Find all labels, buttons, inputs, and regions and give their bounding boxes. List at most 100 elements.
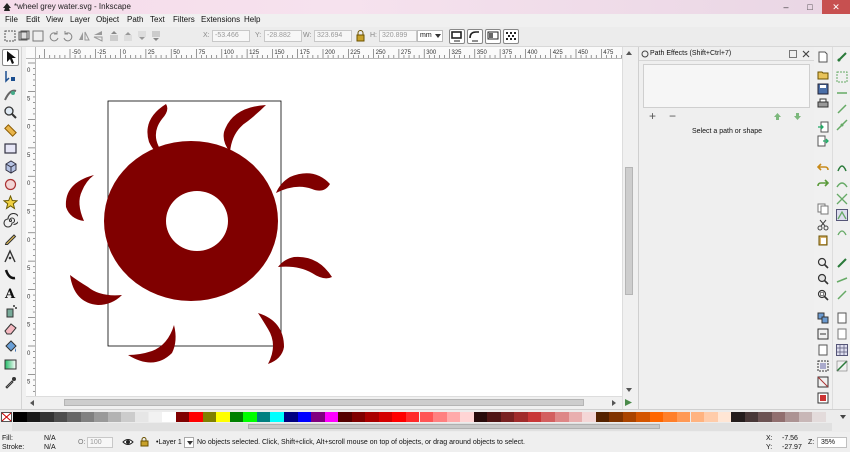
- selector-tool[interactable]: [2, 49, 19, 66]
- menu-object[interactable]: Object: [96, 15, 119, 24]
- h-field[interactable]: 320.899: [379, 30, 417, 42]
- palette-scrollbar[interactable]: [12, 423, 832, 431]
- palette-swatch[interactable]: [473, 412, 488, 422]
- hook-6[interactable]: [128, 325, 176, 363]
- palette-swatch[interactable]: [514, 412, 528, 422]
- palette-swatch[interactable]: [758, 412, 772, 422]
- hook-7[interactable]: [70, 275, 122, 305]
- snap-smooth-icon[interactable]: [836, 225, 848, 237]
- fill-stroke-icon[interactable]: [817, 392, 829, 404]
- effects-list[interactable]: [643, 64, 810, 108]
- palette-swatch[interactable]: [487, 412, 501, 422]
- palette-swatch[interactable]: [243, 412, 257, 422]
- palette-swatch[interactable]: [13, 412, 27, 422]
- palette-swatch[interactable]: [94, 412, 108, 422]
- menu-filters[interactable]: Filters: [173, 15, 195, 24]
- menu-layer[interactable]: Layer: [70, 15, 90, 24]
- palette-swatch[interactable]: [338, 412, 352, 422]
- palette-swatch[interactable]: [365, 412, 379, 422]
- snap-toggle-icon[interactable]: [836, 51, 848, 63]
- paste-icon[interactable]: [817, 234, 829, 246]
- palette-swatch[interactable]: [67, 412, 81, 422]
- hook-2[interactable]: [223, 105, 266, 152]
- gradient-tool-icon[interactable]: [3, 357, 18, 372]
- layer-lock-icon[interactable]: [139, 437, 149, 447]
- palette-menu-icon[interactable]: [838, 412, 848, 422]
- palette-swatch[interactable]: [568, 412, 583, 422]
- eraser-tool-icon[interactable]: [3, 321, 18, 336]
- palette-swatch[interactable]: [731, 412, 745, 422]
- palette-swatch[interactable]: [121, 412, 135, 422]
- palette-swatch[interactable]: [80, 412, 95, 422]
- raise-icon[interactable]: [122, 30, 134, 42]
- 3d-box-tool-icon[interactable]: [3, 159, 18, 174]
- palette-swatch[interactable]: [595, 412, 610, 422]
- move-patterns-toggle[interactable]: [503, 29, 519, 44]
- horizontal-scroll-thumb[interactable]: [64, 399, 584, 406]
- palette-swatch[interactable]: [690, 412, 705, 422]
- vertical-scroll-thumb[interactable]: [625, 167, 633, 295]
- palette-swatch[interactable]: [284, 412, 298, 422]
- palette-swatch[interactable]: [270, 412, 284, 422]
- palette-swatch[interactable]: [419, 412, 434, 422]
- scale-radii-toggle[interactable]: [467, 29, 483, 44]
- zoom-selection-icon[interactable]: [817, 257, 829, 269]
- snap-grid-icon[interactable]: [836, 344, 848, 356]
- export-icon[interactable]: [817, 135, 829, 147]
- palette-swatch[interactable]: [162, 412, 176, 422]
- snap-midpoint-icon[interactable]: [836, 119, 848, 131]
- y-field[interactable]: -28.882: [264, 30, 302, 42]
- palette-swatch[interactable]: [311, 412, 325, 422]
- node-tool-icon[interactable]: [3, 69, 18, 84]
- pen-tool-icon[interactable]: [3, 249, 18, 264]
- star-tool-icon[interactable]: [3, 195, 18, 210]
- copy-icon[interactable]: [817, 203, 829, 215]
- palette-swatch[interactable]: [134, 412, 149, 422]
- palette-swatch[interactable]: [676, 412, 691, 422]
- snap-bbox-edge-icon[interactable]: [836, 87, 848, 99]
- hook-5[interactable]: [258, 313, 284, 364]
- ungroup-icon[interactable]: [817, 376, 829, 388]
- import-icon[interactable]: [817, 121, 829, 133]
- scroll-down-icon[interactable]: [625, 386, 633, 394]
- palette-swatch[interactable]: [405, 412, 420, 422]
- select-all-icon[interactable]: [4, 30, 16, 42]
- hook-3[interactable]: [276, 173, 330, 193]
- open-document-icon[interactable]: [817, 69, 829, 81]
- eye-visibility-icon[interactable]: [122, 437, 134, 447]
- snap-rotation-center-icon[interactable]: [836, 273, 848, 285]
- spiral-tool-icon[interactable]: [3, 213, 18, 228]
- menu-extensions[interactable]: Extensions: [201, 15, 240, 24]
- fill-value[interactable]: N/A: [44, 435, 56, 442]
- ellipse-tool-icon[interactable]: [3, 177, 18, 192]
- palette-swatch[interactable]: [555, 412, 569, 422]
- measure-tool-icon[interactable]: [3, 123, 18, 138]
- zoom-field[interactable]: 35%: [817, 437, 847, 448]
- rectangle-tool-icon[interactable]: [3, 141, 18, 156]
- x-field[interactable]: -53.466: [212, 30, 250, 42]
- menu-file[interactable]: File: [5, 15, 18, 24]
- clone-icon[interactable]: [817, 328, 829, 340]
- lock-icon[interactable]: [354, 30, 366, 42]
- save-icon[interactable]: [817, 83, 829, 95]
- palette-swatch[interactable]: [351, 412, 366, 422]
- palette-swatch[interactable]: [392, 412, 406, 422]
- palette-swatch[interactable]: [541, 412, 555, 422]
- palette-swatch[interactable]: [378, 412, 393, 422]
- opacity-field[interactable]: 100: [87, 437, 113, 448]
- stroke-value[interactable]: N/A: [44, 444, 56, 451]
- hook-4[interactable]: [278, 256, 332, 279]
- current-layer[interactable]: •Layer 1: [156, 439, 182, 446]
- menu-edit[interactable]: Edit: [26, 15, 40, 24]
- palette-swatch[interactable]: [175, 412, 190, 422]
- snap-page-border-alt-icon[interactable]: [836, 328, 848, 340]
- palette-scroll-thumb[interactable]: [248, 424, 660, 429]
- palette-swatch[interactable]: [812, 412, 826, 422]
- snap-nodes-icon[interactable]: [836, 161, 848, 173]
- unlink-clone-icon[interactable]: [817, 344, 829, 356]
- snap-page-border-icon[interactable]: [836, 312, 848, 324]
- redo-icon[interactable]: [817, 177, 829, 189]
- snap-bbox-icon[interactable]: [836, 71, 848, 83]
- palette-swatch[interactable]: [324, 412, 339, 422]
- palette-swatch[interactable]: [148, 412, 163, 422]
